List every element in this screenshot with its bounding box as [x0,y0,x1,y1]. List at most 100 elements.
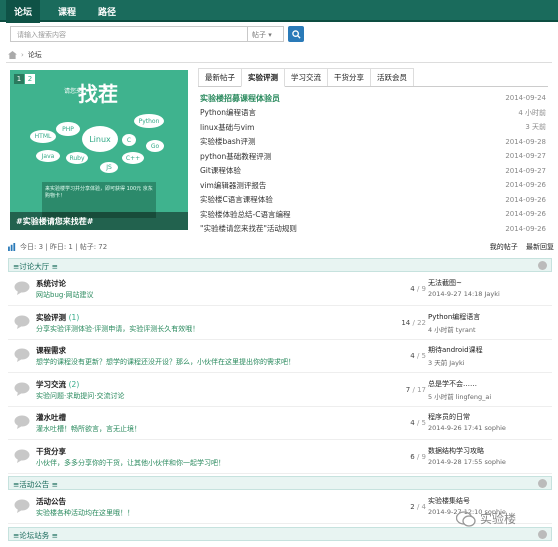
last-post-meta: 2014-9-28 17:55 sophie [428,457,506,466]
forum-row[interactable]: 实验评测 (1) 分享实验评测体验·评测申请，实验评测长久有效哦！ 14 / 22 P… [8,307,552,340]
article-row[interactable]: Git课程体验 2014-09-27 [200,164,546,179]
article-row[interactable]: 实验楼C语言课程体验 2014-09-26 [200,193,546,208]
forum-name[interactable]: 学习交流 [36,380,66,389]
badge-go: Go [146,140,164,152]
nav-course[interactable]: 课程 [54,5,80,18]
article-title[interactable]: 实验楼招募课程体验员 [200,93,280,104]
last-post-title[interactable]: 期待android课程 [428,345,483,355]
wechat-icon [456,510,476,527]
last-post-title[interactable]: 程序员的日常 [428,412,470,422]
forum-name-wrap: 活动公告 [36,496,66,507]
article-date: 2014-09-27 [505,152,546,161]
latest-reply-link[interactable]: 最新回复 [526,243,554,251]
breadcrumb-current: 论坛 [27,51,42,59]
search-input[interactable]: 请输入搜索内容 [10,26,248,42]
forum-counts: 6 / 9 [410,452,426,461]
forum-row[interactable]: 灌水吐槽 灌水吐槽！畅所欲言，言无止境！ 4 / 5 程序员的日常 2014-9-26… [8,407,552,440]
article-date: 4 小时前 [518,108,546,117]
last-post-title[interactable]: Python编程语言 [428,312,480,322]
forum-bubble-icon [14,281,30,295]
forum-name[interactable]: 干货分享 [36,447,66,456]
banner-caption: #实验楼请您来找茬# [10,212,188,230]
last-post-meta: 3 天前 Jayki [428,359,465,367]
forum-row[interactable]: 课程需求 想学的课程没有更新？想学的课程还没开设？那么，小伙伴在这里提出你的需求… [8,340,552,373]
forum-counts: 4 / 5 [410,352,426,360]
article-date: 2014-09-26 [505,210,546,219]
article-date: 3 天前 [525,123,546,132]
forum-name[interactable]: 活动公告 [36,497,66,506]
forum-desc: 实验楼各种活动均在这里哦！！ [36,509,134,517]
nav-path[interactable]: 路径 [94,5,120,18]
last-post-title[interactable]: 总是学不会…… [428,379,477,389]
article-row[interactable]: 实验楼bash评测 2014-09-28 [200,135,546,150]
article-row[interactable]: "实验楼请您来找茬"活动规则 2014-09-26 [200,222,546,237]
post-count: 5 [421,352,426,360]
tab-review[interactable]: 实验评测 [241,68,285,87]
article-title[interactable]: "实验楼请您来找茬"活动规则 [200,223,297,234]
badge-js: JS [100,162,118,173]
badge-java: Java [36,150,60,162]
forum-row[interactable]: 干货分享 小伙伴，多多分享你的干货，让其他小伙伴和你一起学习吧！ 6 / 9 数据结… [8,441,552,474]
forum-name[interactable]: 系统讨论 [36,279,66,288]
forum-name[interactable]: 课程需求 [36,346,66,355]
forum-name-wrap: 课程需求 [36,345,66,356]
tab-study[interactable]: 学习交流 [284,68,328,86]
article-title[interactable]: vim编辑器测评报告 [200,180,266,191]
tab-share[interactable]: 干货分享 [327,68,371,86]
article-row[interactable]: linux基础与vim 3 天前 [200,120,546,135]
last-post-title[interactable]: 数据结构学习攻略 [428,446,484,456]
last-post-meta: 2014-9-26 17:41 sophie [428,424,506,432]
search-icon [291,29,301,39]
last-post-meta: 2014-9-27 14:18 Jayki [428,290,500,298]
article-row[interactable]: vim编辑器测评报告 2014-09-26 [200,178,546,193]
badge-linux: Linux [82,126,118,152]
article-tabs: 最新帖子 实验评测 学习交流 干货分享 活跃会员 [198,68,548,87]
collapse-toggle-icon[interactable] [538,261,547,270]
collapse-toggle-icon[interactable] [538,479,547,488]
forum-counts: 14 / 22 [401,318,426,327]
thread-count: 14 [401,318,411,327]
last-post-title[interactable]: 无法截图~ [428,278,462,288]
nav-forum[interactable]: 论坛 [6,0,41,23]
promo-banner[interactable]: 1 2 请您来 找茬 PHP HTML Linux Python Java Go… [10,70,188,230]
article-title[interactable]: 实验楼bash评测 [200,136,256,147]
article-row[interactable]: Python编程语言 4 小时前 [200,106,546,121]
forum-name-wrap: 干货分享 [36,446,66,457]
forum-name[interactable]: 灌水吐槽 [36,413,66,422]
my-posts-link[interactable]: 我的帖子 [490,243,518,251]
article-title[interactable]: 实验楼C语言课程体验 [200,194,273,205]
article-title[interactable]: python基础教程评测 [200,151,271,162]
banner-page-2[interactable]: 2 [25,74,35,84]
forum-row[interactable]: 系统讨论 网站bug·网站建议 4 / 9 无法截图~ 2014-9-27 14:18… [8,273,552,306]
forum-name-wrap: 系统讨论 [36,278,66,289]
post-count: 17 [417,385,426,394]
article-row[interactable]: 实验楼体验总结-C语言编程 2014-09-26 [200,207,546,222]
forum-row[interactable]: 学习交流 (2) 实验问题·求助提问·交流讨论 7 / 17 总是学不会…… 5 小时前… [8,374,552,407]
last-post-title[interactable]: 实验楼集结号 [428,496,470,506]
badge-python: Python [134,114,164,128]
post-count: 5 [421,419,426,427]
article-date: 2014-09-27 [505,166,546,175]
collapse-toggle-icon[interactable] [538,529,547,539]
forum-counts: 7 / 17 [405,385,426,394]
home-icon[interactable] [8,51,17,59]
article-row[interactable]: 实验楼招募课程体验员 2014-09-24 [200,91,546,106]
forum-bubble-icon [14,415,30,429]
badge-php: PHP [56,122,80,136]
search-button[interactable] [288,26,304,42]
article-title[interactable]: linux基础与vim [200,122,254,133]
banner-headline: 找茬 [78,82,118,106]
section-title: ≡活动公告 ≡ [13,480,58,489]
article-title[interactable]: Git课程体验 [200,165,241,176]
forum-new-count: (2) [68,379,80,389]
last-post-meta: 4 小时前 tyrant [428,325,476,334]
tab-latest[interactable]: 最新帖子 [198,68,242,86]
article-row[interactable]: python基础教程评测 2014-09-27 [200,149,546,164]
article-date: 2014-09-24 [505,94,546,103]
tab-members[interactable]: 活跃会员 [370,68,414,86]
banner-page-1[interactable]: 1 [14,74,24,84]
article-title[interactable]: Python编程语言 [200,107,256,118]
search-scope-select[interactable]: 帖子 ▾ [248,26,284,42]
forum-name[interactable]: 实验评测 [36,313,66,322]
article-title[interactable]: 实验楼体验总结-C语言编程 [200,209,290,220]
